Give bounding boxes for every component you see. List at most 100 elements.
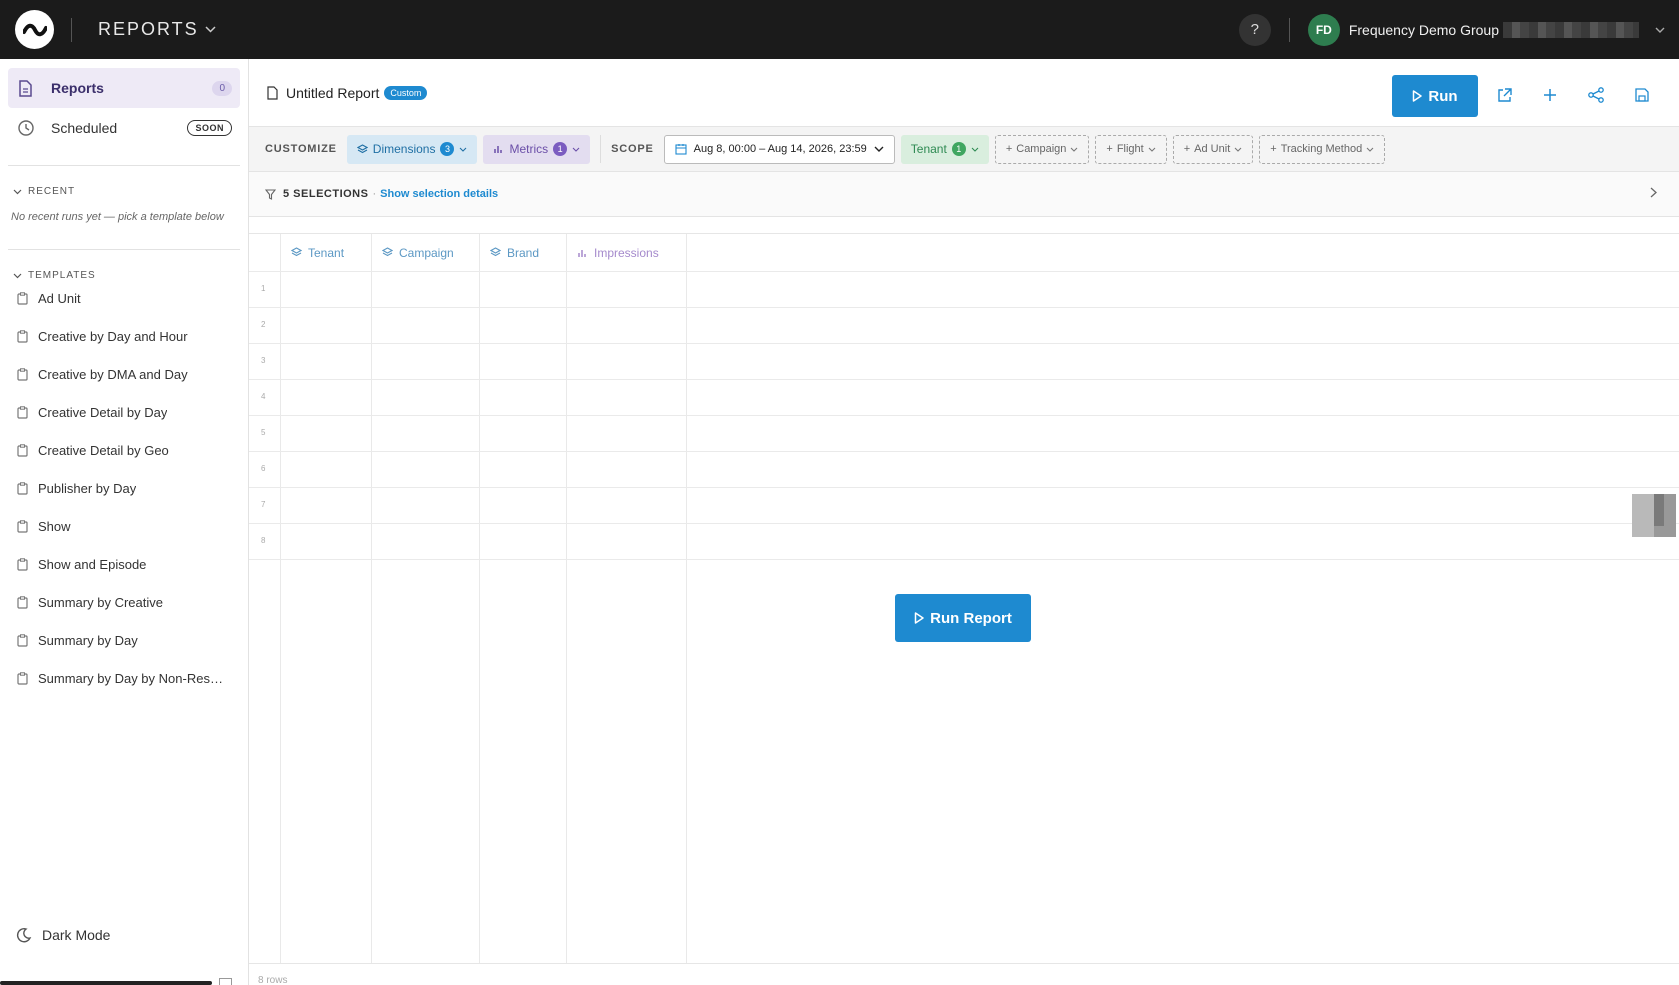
org-name[interactable]: Frequency Demo Group xyxy=(1349,22,1499,38)
logo[interactable] xyxy=(15,10,54,49)
help-icon: ? xyxy=(1250,21,1259,38)
dark-mode-toggle[interactable]: Dark Mode xyxy=(16,927,110,943)
plus-icon[interactable] xyxy=(1541,86,1559,104)
plus-icon: + xyxy=(1005,143,1013,155)
add-tracking-method-filter[interactable]: + Tracking Method xyxy=(1259,134,1386,164)
selections-bar[interactable]: 5 SELECTIONS · Show selection details xyxy=(249,172,1679,217)
sidebar-item-label: Reports xyxy=(51,80,104,96)
footer-divider xyxy=(249,963,1679,964)
chevron-down-icon xyxy=(205,26,216,33)
template-item[interactable]: Show xyxy=(17,507,230,545)
template-item[interactable]: Creative by Day and Hour xyxy=(17,317,230,355)
custom-badge: Custom xyxy=(384,85,428,100)
share-icon[interactable] xyxy=(1587,86,1605,104)
org-menu-chevron-icon[interactable] xyxy=(1655,24,1665,36)
customize-label: CUSTOMIZE xyxy=(265,143,337,155)
floating-widget[interactable] xyxy=(1632,494,1676,537)
sidebar-item-reports[interactable]: Reports 0 xyxy=(8,68,240,108)
add-flight-filter[interactable]: + Flight xyxy=(1095,134,1167,164)
run-report-button[interactable]: Run Report xyxy=(895,594,1031,642)
template-item[interactable]: Creative by DMA and Day xyxy=(17,355,230,393)
column-header-campaign[interactable]: Campaign xyxy=(382,234,454,271)
clipboard-icon xyxy=(17,329,29,343)
row-count: 8 rows xyxy=(258,975,288,985)
chevron-down-icon xyxy=(1148,147,1156,152)
document-icon xyxy=(18,79,36,97)
row-number: 2 xyxy=(261,320,266,329)
avatar[interactable]: FD xyxy=(1307,13,1340,46)
column-header-brand[interactable]: Brand xyxy=(490,234,539,271)
bar-chart-icon xyxy=(578,249,586,257)
tenant-filter-label: Tenant xyxy=(910,142,947,156)
document-icon xyxy=(267,85,278,100)
dimensions-count: 3 xyxy=(440,142,455,156)
row-number: 3 xyxy=(261,356,266,365)
column-header-impressions[interactable]: Impressions xyxy=(577,234,659,271)
dimensions-label: Dimensions xyxy=(372,142,436,156)
chevron-down-icon xyxy=(13,273,22,278)
clipboard-icon xyxy=(17,481,29,495)
add-ad-unit-filter[interactable]: + Ad Unit xyxy=(1172,134,1254,164)
template-item[interactable]: Summary by Day xyxy=(17,621,230,659)
template-item[interactable]: Ad Unit xyxy=(17,279,230,317)
collapse-sidebar-icon[interactable] xyxy=(219,978,232,985)
play-icon xyxy=(1413,90,1423,102)
date-range-value: Aug 8, 00:00 – Aug 14, 2026, 23:59 xyxy=(693,143,867,155)
clipboard-icon xyxy=(17,405,29,419)
show-selection-details-link[interactable]: Show selection details xyxy=(380,188,498,200)
chevron-down-icon xyxy=(1234,147,1242,152)
row-number: 6 xyxy=(261,464,266,473)
template-item[interactable]: Summary by Day by Non-Resp… xyxy=(17,659,230,697)
chevron-down-icon xyxy=(1071,147,1078,152)
recent-section-header[interactable]: RECENT xyxy=(13,186,75,197)
app-switcher[interactable]: REPORTS xyxy=(98,19,216,40)
metrics-dropdown[interactable]: Metrics 1 xyxy=(483,134,591,164)
template-item[interactable]: Creative Detail by Geo xyxy=(17,431,230,469)
play-icon xyxy=(914,612,924,624)
run-button[interactable]: Run xyxy=(1392,75,1478,117)
add-campaign-filter[interactable]: + Campaign xyxy=(994,134,1090,164)
layers-icon xyxy=(356,143,368,153)
customize-bar: CUSTOMIZE Dimensions 3 Metrics 1 SCOPE A… xyxy=(249,127,1679,172)
redacted-org-suffix xyxy=(1503,21,1639,38)
row-number: 8 xyxy=(261,536,266,545)
clipboard-icon xyxy=(17,557,29,571)
row-number: 5 xyxy=(261,428,266,437)
topbar-divider xyxy=(1288,17,1290,42)
run-label: Run xyxy=(1428,87,1458,105)
layers-icon xyxy=(291,247,302,257)
open-external-icon[interactable] xyxy=(1495,86,1513,104)
chevron-down-icon xyxy=(971,147,979,152)
report-title-text: Untitled Report xyxy=(286,84,380,101)
sidebar-divider xyxy=(8,249,240,250)
sidebar-divider xyxy=(8,165,240,166)
chevron-right-icon[interactable] xyxy=(1650,187,1657,201)
app-name: REPORTS xyxy=(98,19,199,39)
dimensions-dropdown[interactable]: Dimensions 3 xyxy=(346,134,478,164)
help-button[interactable]: ? xyxy=(1238,13,1271,46)
template-item[interactable]: Summary by Creative xyxy=(17,583,230,621)
template-item[interactable]: Creative Detail by Day xyxy=(17,393,230,431)
chevron-down-icon xyxy=(874,146,884,152)
template-item[interactable]: Show and Episode xyxy=(17,545,230,583)
template-item[interactable]: Publisher by Day xyxy=(17,469,230,507)
plus-icon: + xyxy=(1270,143,1277,155)
tenant-filter[interactable]: Tenant 1 xyxy=(900,134,989,164)
clipboard-icon xyxy=(17,633,29,647)
clipboard-icon xyxy=(17,443,29,457)
row-number: 7 xyxy=(261,500,266,509)
selections-count: 5 SELECTIONS xyxy=(283,188,369,200)
save-icon[interactable] xyxy=(1633,86,1651,104)
recent-heading: RECENT xyxy=(28,186,76,197)
chevron-down-icon xyxy=(1366,147,1374,152)
report-title[interactable]: Untitled Report Custom xyxy=(267,84,428,101)
calendar-icon xyxy=(675,144,687,155)
date-range-picker[interactable]: Aug 8, 00:00 – Aug 14, 2026, 23:59 xyxy=(663,134,895,164)
top-bar: REPORTS ? FD Frequency Demo Group xyxy=(0,0,1679,59)
sidebar-item-scheduled[interactable]: Scheduled SOON xyxy=(8,108,240,148)
filter-icon xyxy=(265,188,276,200)
reports-count-badge: 0 xyxy=(212,80,232,96)
sidebar-scrollbar[interactable] xyxy=(0,981,212,985)
column-header-tenant[interactable]: Tenant xyxy=(291,234,344,271)
logo-wave-icon xyxy=(22,23,47,36)
